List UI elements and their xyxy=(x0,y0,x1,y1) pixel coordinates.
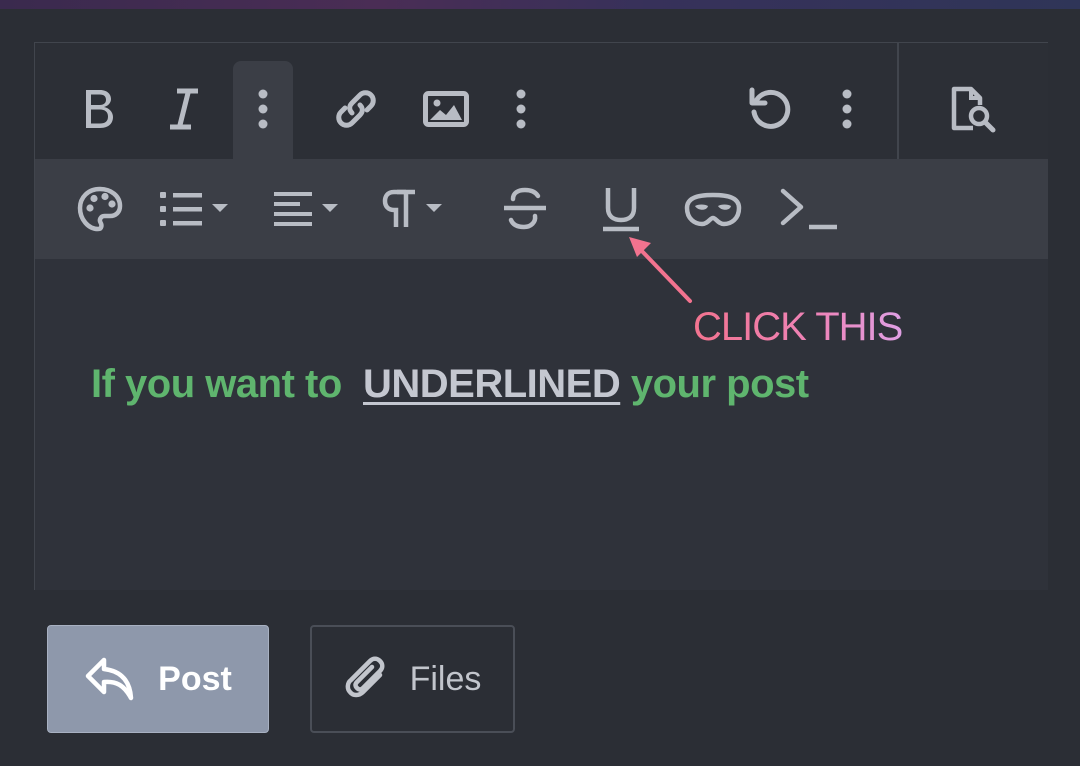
image-icon xyxy=(423,91,469,127)
text-color-button[interactable] xyxy=(73,181,127,237)
align-dropdown-button[interactable] xyxy=(269,181,351,237)
align-icon xyxy=(274,192,338,226)
files-button-label: Files xyxy=(409,659,482,698)
italic-icon xyxy=(170,88,198,130)
reply-arrow-icon xyxy=(85,657,134,701)
post-text-underlined: UNDERLINED xyxy=(363,362,621,406)
toolbar-separator xyxy=(897,43,899,159)
more-vertical-icon xyxy=(516,89,526,129)
editor-toolbar-secondary xyxy=(35,159,1048,259)
list-dropdown-button[interactable] xyxy=(155,181,237,237)
more-vertical-icon xyxy=(842,89,852,129)
chevron-down-icon xyxy=(212,204,228,212)
italic-button[interactable] xyxy=(159,79,209,139)
undo-icon xyxy=(749,87,791,129)
annotation-label: CLICK THIS xyxy=(693,305,903,349)
attach-files-button[interactable]: Files xyxy=(310,625,515,733)
strikethrough-icon xyxy=(504,187,546,230)
list-icon xyxy=(160,192,228,226)
paragraph-dropdown-button[interactable] xyxy=(381,181,463,237)
post-text-prefix: If you want to xyxy=(91,362,342,406)
undo-button[interactable] xyxy=(741,79,797,139)
post-content-text: If you want to UNDERLINED your post xyxy=(91,362,809,407)
top-gradient-strip xyxy=(0,0,1080,9)
code-button[interactable] xyxy=(777,181,843,237)
code-terminal-icon xyxy=(780,188,837,230)
more-options-button[interactable] xyxy=(243,79,283,139)
bold-icon xyxy=(86,90,113,128)
palette-icon xyxy=(77,186,123,232)
link-button[interactable] xyxy=(329,79,383,139)
paragraph-icon xyxy=(382,189,442,227)
more-vertical-icon xyxy=(258,89,268,129)
bold-button[interactable] xyxy=(73,79,123,139)
strikethrough-button[interactable] xyxy=(497,181,553,237)
post-button-label: Post xyxy=(158,659,232,698)
more-actions-button[interactable] xyxy=(827,79,867,139)
post-text-suffix: your post xyxy=(630,362,809,406)
preview-icon xyxy=(951,86,996,133)
paperclip-icon xyxy=(345,656,385,698)
more-insert-button[interactable] xyxy=(501,79,541,139)
annotation-arrow xyxy=(629,237,692,303)
image-button[interactable] xyxy=(419,79,473,139)
spoiler-mask-icon xyxy=(684,192,742,227)
post-button[interactable]: Post xyxy=(47,625,269,733)
link-icon xyxy=(336,90,376,128)
preview-button[interactable] xyxy=(943,79,1003,139)
editor-toolbar-main xyxy=(35,43,1048,159)
